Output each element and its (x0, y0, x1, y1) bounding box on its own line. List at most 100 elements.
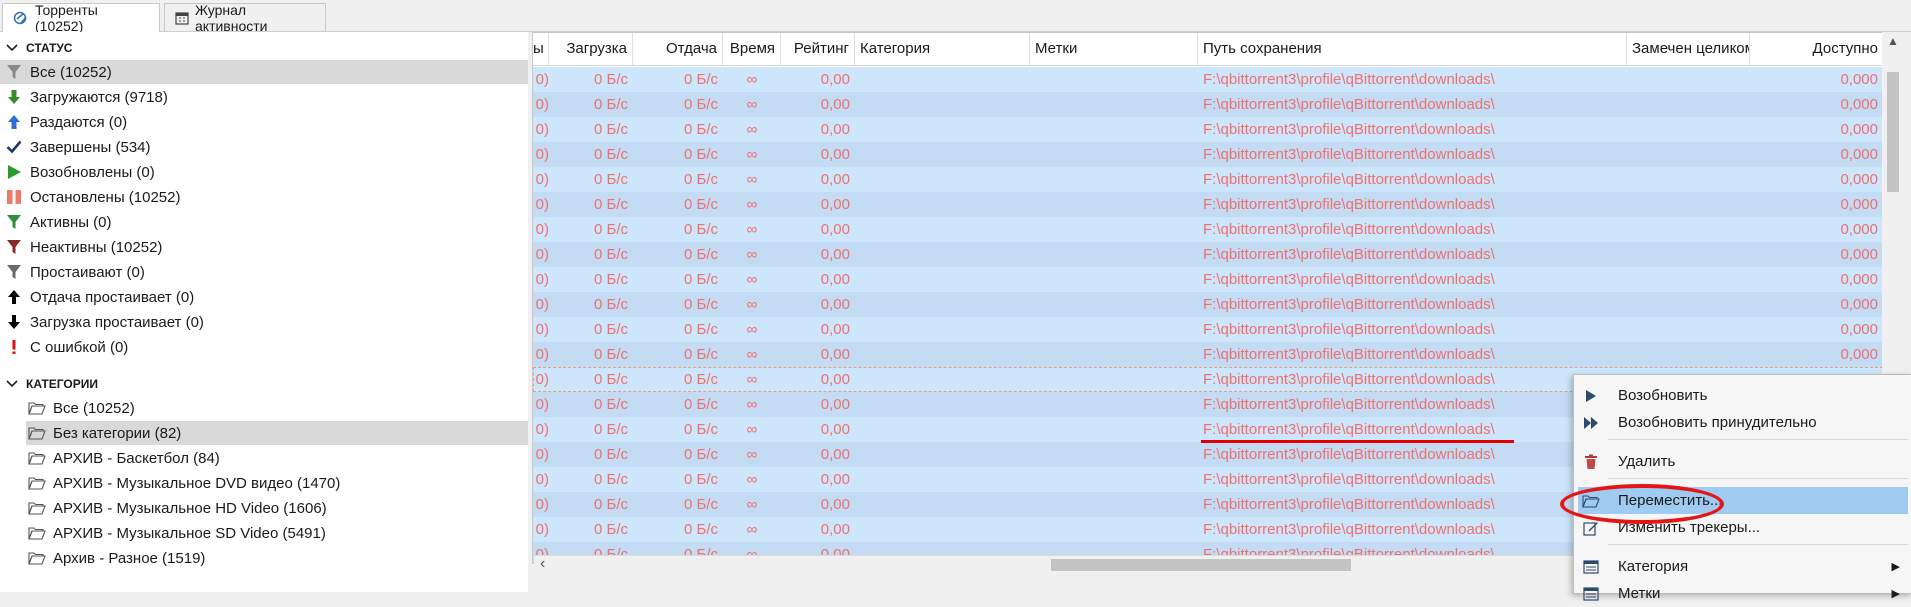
table-row[interactable]: 0) 0 Б/с 0 Б/с ∞ 0,00 F:\qbittorrent3\profile… (533, 217, 1883, 242)
category-item-label: АРХИВ - Музыкальное HD Video (1606) (53, 499, 327, 517)
table-cell-first: 0) (535, 321, 549, 338)
menu-item-delete[interactable]: Удалить (1574, 448, 1911, 475)
table-row[interactable]: 0) 0 Б/с 0 Б/с ∞ 0,00 F:\qbittorrent3\profile… (533, 242, 1883, 267)
arrow-up-icon (5, 288, 23, 306)
play-icon (5, 163, 23, 181)
table-row[interactable]: 0) 0 Б/с 0 Б/с ∞ 0,00 F:\qbittorrent3\profile… (533, 292, 1883, 317)
chevron-down-icon (6, 380, 18, 388)
annotation-underline (1201, 440, 1514, 443)
category-item-archive-basketball[interactable]: АРХИВ - Баскетбол (84) (28, 446, 220, 470)
table-row[interactable]: 0) 0 Б/с 0 Б/с ∞ 0,00 F:\qbittorrent3\profile… (533, 92, 1883, 117)
table-row[interactable]: 0) 0 Б/с 0 Б/с ∞ 0,00 F:\qbittorrent3\profile… (533, 267, 1883, 292)
table-cell-eta: ∞ (746, 296, 758, 313)
table-cell-ratio: 0,00 (820, 496, 850, 513)
table-row[interactable]: 0) 0 Б/с 0 Б/с ∞ 0,00 F:\qbittorrent3\profile… (533, 67, 1883, 92)
table-cell-tags (1030, 417, 1198, 442)
status-item-label: Раздаются (0) (30, 113, 128, 131)
status-item-resumed[interactable]: Возобновлены (0) (5, 160, 155, 184)
table-cell-path: F:\qbittorrent3\profile\qBittorrent\down… (1203, 196, 1495, 213)
chevron-up-icon[interactable]: ▲ (1887, 34, 1899, 48)
column-header-tags[interactable]: Метки (1030, 33, 1198, 65)
tab-activity-log[interactable]: Журнал активности (164, 2, 326, 34)
horizontal-scroll-thumb[interactable] (1051, 559, 1351, 571)
list-icon (1580, 586, 1602, 601)
column-header-ratio[interactable]: Рейтинг (781, 33, 855, 65)
column-header-eta[interactable]: Время (723, 33, 781, 65)
status-item-active[interactable]: Активны (0) (5, 210, 112, 234)
column-header-download[interactable]: Загрузка (549, 33, 633, 65)
status-item-label: Остановлены (10252) (30, 188, 181, 206)
chevron-right-icon: ▶ (1891, 588, 1900, 600)
menu-item-resume[interactable]: Возобновить (1574, 382, 1911, 409)
table-cell-download: 0 Б/с (593, 346, 628, 363)
table-cell-upload: 0 Б/с (683, 121, 718, 138)
category-item-all[interactable]: Все (10252) (28, 396, 135, 420)
column-header-seen-complete[interactable]: Замечен целиком (1627, 33, 1750, 65)
table-cell-availability: 0,000 (1840, 321, 1878, 338)
menu-item-force-resume[interactable]: Возобновить принудительно (1574, 409, 1911, 436)
list-icon (1580, 559, 1602, 574)
status-item-all[interactable]: Все (10252) (0, 60, 528, 84)
table-cell-path: F:\qbittorrent3\profile\qBittorrent\down… (1203, 146, 1495, 163)
chevron-left-icon[interactable]: ‹ (540, 555, 545, 573)
table-cell-upload: 0 Б/с (683, 496, 718, 513)
pause-icon (5, 188, 23, 206)
table-row[interactable]: 0) 0 Б/с 0 Б/с ∞ 0,00 F:\qbittorrent3\profile… (533, 117, 1883, 142)
tab-torrents[interactable]: Торренты (10252) (2, 2, 160, 34)
table-cell-availability: 0,000 (1840, 71, 1878, 88)
table-cell-first: 0) (535, 196, 549, 213)
status-item-stalled-upload[interactable]: Отдача простаивает (0) (5, 285, 194, 309)
play-icon (1580, 389, 1602, 403)
table-cell-tags (1030, 292, 1198, 317)
status-item-errored[interactable]: С ошибкой (0) (5, 335, 128, 359)
status-item-inactive[interactable]: Неактивны (10252) (5, 235, 162, 259)
table-cell-seen-complete (1627, 167, 1750, 192)
category-item-archive-sd[interactable]: АРХИВ - Музыкальное SD Video (5491) (28, 521, 326, 545)
column-header-category[interactable]: Категория (855, 33, 1030, 65)
folder-open-icon (28, 549, 46, 567)
status-item-completed[interactable]: Завершены (534) (5, 135, 151, 159)
status-item-stalled-download[interactable]: Загрузка простаивает (0) (5, 310, 204, 334)
vertical-scroll-thumb[interactable] (1887, 72, 1899, 192)
table-row[interactable]: 0) 0 Б/с 0 Б/с ∞ 0,00 F:\qbittorrent3\profile… (533, 192, 1883, 217)
status-section-header[interactable]: СТАТУС (0, 36, 72, 60)
folder-open-icon (28, 449, 46, 467)
status-item-stopped[interactable]: Остановлены (10252) (5, 185, 181, 209)
table-cell-upload: 0 Б/с (683, 221, 718, 238)
status-item-label: Завершены (534) (30, 138, 151, 156)
categories-section-header[interactable]: КАТЕГОРИИ (0, 372, 98, 396)
category-item-archive-hd[interactable]: АРХИВ - Музыкальное HD Video (1606) (28, 496, 327, 520)
category-item-uncategorized[interactable]: Без категории (82) (26, 421, 528, 445)
table-cell-first: 0) (535, 521, 549, 538)
status-item-seeding[interactable]: Раздаются (0) (5, 110, 127, 134)
status-item-downloading[interactable]: Загружаются (9718) (5, 85, 168, 109)
table-cell-category (855, 242, 1030, 267)
category-item-archive-misc[interactable]: Архив - Разное (1519) (28, 546, 205, 570)
table-cell-path: F:\qbittorrent3\profile\qBittorrent\down… (1203, 71, 1495, 88)
table-cell-ratio: 0,00 (820, 221, 850, 238)
table-cell-availability: 0,000 (1840, 96, 1878, 113)
column-header-upload[interactable]: Отдача (633, 33, 723, 65)
table-row[interactable]: 0) 0 Б/с 0 Б/с ∞ 0,00 F:\qbittorrent3\profile… (533, 317, 1883, 342)
table-cell-tags (1030, 117, 1198, 142)
table-cell-tags (1030, 342, 1198, 367)
menu-item-category[interactable]: Категория ▶ (1574, 553, 1911, 580)
table-row[interactable]: 0) 0 Б/с 0 Б/с ∞ 0,00 F:\qbittorrent3\profile… (533, 342, 1883, 367)
table-cell-path: F:\qbittorrent3\profile\qBittorrent\down… (1203, 471, 1495, 488)
column-header-status[interactable]: ы (533, 33, 549, 65)
category-item-label: Все (10252) (53, 399, 135, 417)
category-item-label: АРХИВ - Баскетбол (84) (53, 449, 220, 467)
table-cell-download: 0 Б/с (593, 146, 628, 163)
column-header-availability[interactable]: Доступно (1750, 33, 1883, 65)
table-row[interactable]: 0) 0 Б/с 0 Б/с ∞ 0,00 F:\qbittorrent3\profile… (533, 142, 1883, 167)
table-cell-download: 0 Б/с (593, 271, 628, 288)
column-header-save-path[interactable]: Путь сохранения (1198, 33, 1627, 65)
table-cell-download: 0 Б/с (593, 121, 628, 138)
table-cell-availability: 0,000 (1840, 171, 1878, 188)
menu-item-tags[interactable]: Метки ▶ (1574, 580, 1911, 607)
status-item-stalled[interactable]: Простаивают (0) (5, 260, 145, 284)
table-cell-upload: 0 Б/с (683, 271, 718, 288)
category-item-archive-dvd[interactable]: АРХИВ - Музыкальное DVD видео (1470) (28, 471, 340, 495)
table-cell-download: 0 Б/с (593, 171, 628, 188)
table-row[interactable]: 0) 0 Б/с 0 Б/с ∞ 0,00 F:\qbittorrent3\profile… (533, 167, 1883, 192)
